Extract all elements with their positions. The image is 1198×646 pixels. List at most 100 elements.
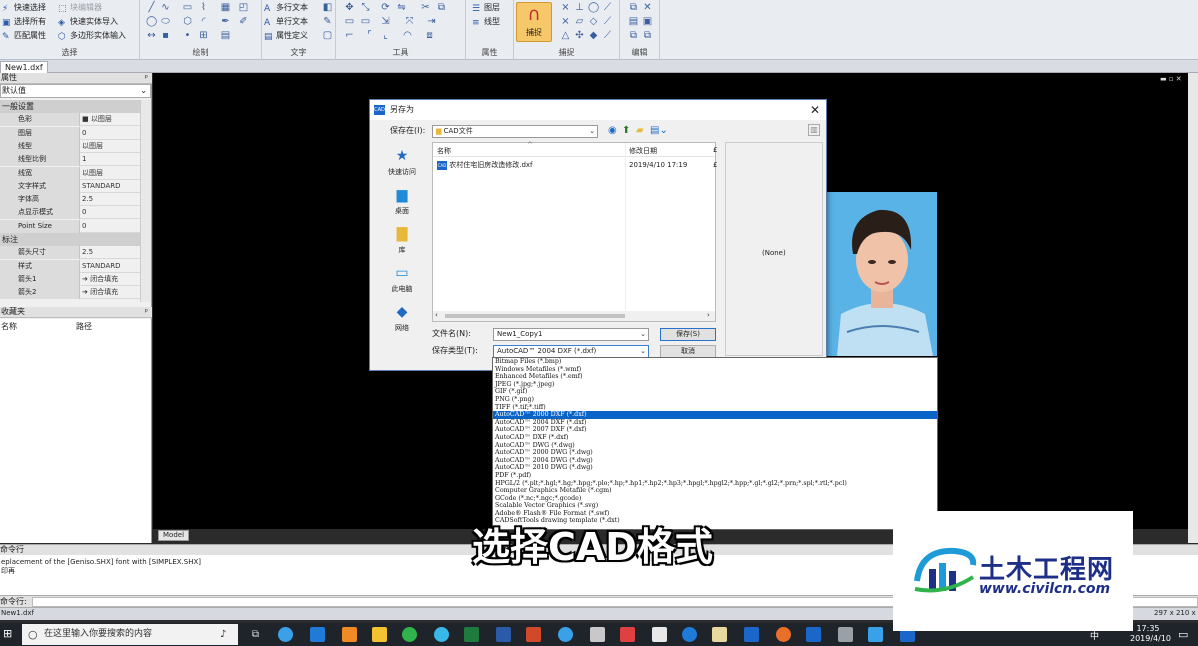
scroll-left-icon[interactable]: ‹ [435,311,438,319]
save-in-combo[interactable]: ▆ CAD文件 ⌄ [432,125,598,138]
extend-icon[interactable]: ⇥ [426,16,437,27]
field-icon[interactable]: ▢ [322,30,333,41]
canvas-window-controls[interactable]: ▬ ▫ ✕ [1160,75,1188,83]
property-row[interactable]: Point Size 0 [0,219,140,233]
mtext-button[interactable]: A 多行文本 [264,1,308,14]
calculator-icon[interactable] [590,627,605,642]
microphone-icon[interactable]: ♪ [220,624,226,645]
place-desktop[interactable]: ▆ 桌面 [376,187,428,216]
app-icon-media[interactable] [558,627,573,642]
property-row[interactable]: 图层 0 [0,126,140,140]
excel-icon[interactable] [464,627,479,642]
properties-scrollbar[interactable] [140,100,151,302]
filetype-option[interactable]: PDF (*.pdf) [493,472,937,480]
filetype-option[interactable]: Windows Metafiles (*.wmf) [493,366,937,374]
up-folder-icon[interactable]: ⬆ [622,125,634,137]
snap-tangent-icon[interactable]: ⟋ [602,2,613,13]
col-name-header[interactable]: 名称 [437,146,451,156]
text-style-icon[interactable]: ◧ [322,2,333,13]
filetype-option[interactable]: AutoCAD™ 2004 DWG (*.dwg) [493,457,937,465]
table-tool-icon[interactable]: ▤ [220,30,231,41]
pen-tool-icon[interactable]: ✒ [220,16,231,27]
file-explorer-icon[interactable] [372,627,387,642]
block-editor-button[interactable]: ⬚ 块编辑器 [58,1,102,14]
back-icon[interactable]: ◉ [608,125,620,137]
property-row[interactable]: 箭头尺寸 2.5 [0,246,140,260]
property-row[interactable]: 线型比例 1 [0,153,140,167]
filetype-option[interactable]: JPEG (*.jpg;*.jpeg) [493,381,937,389]
app-icon-white[interactable] [652,627,667,642]
property-row[interactable]: 字体高 2.5 [0,193,140,207]
snap-center-icon[interactable]: ◯ [588,2,599,13]
view-menu-icon[interactable]: ▤⌄ [650,125,668,137]
app-icon-a[interactable] [868,627,883,642]
edge-icon[interactable] [310,627,325,642]
snap-button[interactable]: ∩ 捕捉 [516,2,552,42]
property-row[interactable]: 线宽 以图层 [0,166,140,180]
pencil-tool-icon[interactable]: ✐ [238,16,249,27]
property-value[interactable]: 0 [82,127,140,140]
move-icon[interactable]: ✥ [344,2,355,13]
delete-icon[interactable]: ✕ [642,2,653,13]
filetype-option[interactable]: AutoCAD™ 2000 DXF (*.dxf) [493,411,937,419]
group-icon[interactable]: ⧈ [424,30,435,41]
place-library[interactable]: ▇ 库 [376,226,428,255]
fillet-icon[interactable]: ⌜ [364,30,375,41]
property-value[interactable]: 2.5 [82,193,140,206]
property-row[interactable]: 点显示模式 0 [0,206,140,220]
filetype-option[interactable]: AutoCAD™ DXF (*.dxf) [493,434,937,442]
app-icon-store[interactable] [342,627,357,642]
notification-icon[interactable]: ▭ [1178,628,1188,641]
app-icon-search[interactable] [434,627,449,642]
place-quick-access[interactable]: ★ 快速访问 [376,148,428,177]
ellipse-tool-icon[interactable]: ⬭ [160,16,171,27]
snap-perpendicular-icon[interactable]: ⊥ [574,2,585,13]
taskbar-clock[interactable]: 17:35 2019/4/10 [1130,624,1171,644]
save-button[interactable]: 保存(S) [660,328,716,341]
col-date-header[interactable]: 修改日期 [629,146,657,156]
snap-nearest-icon[interactable]: ⟋ [602,16,613,27]
filetype-option[interactable]: AutoCAD™ 2010 DWG (*.dwg) [493,464,937,472]
property-value[interactable]: 以图层 [82,140,140,153]
offset-icon[interactable]: ⧉ [436,2,447,13]
model-tab[interactable]: Model [158,530,190,541]
single-text-button[interactable]: A 单行文本 [264,15,308,28]
trim-icon[interactable]: ⤧ [404,16,415,27]
filetype-option[interactable]: Computer Graphics Metafile (*.cgm) [493,487,937,495]
property-value[interactable]: ■ 以图层 [82,113,140,126]
linetype-button[interactable]: ≡ 线型 [472,15,500,28]
rotate-icon[interactable]: ⟳ [380,2,391,13]
property-row[interactable]: 箭头1 ➔ 闭合填充 [0,272,140,286]
close-icon[interactable]: ✕ [808,102,822,118]
property-value[interactable]: 1 [82,153,140,166]
app-icon-gray[interactable] [838,627,853,642]
match-properties-button[interactable]: ✎ 匹配属性 [2,29,46,42]
property-row[interactable]: 色彩 ■ 以图层 [0,113,140,127]
property-value[interactable]: 0 [82,220,140,233]
undo-icon[interactable]: ⧉ [642,30,653,41]
word-icon[interactable] [496,627,511,642]
point-dot-icon[interactable]: • [182,30,193,41]
line-tool-icon[interactable]: ╱ [146,2,157,13]
hatch-tool-icon[interactable]: ▦ [220,2,231,13]
quick-entity-import-button[interactable]: ◈ 快速实体导入 [58,15,118,28]
wechat-icon[interactable] [402,627,417,642]
app-icon-red[interactable] [620,627,635,642]
filetype-option[interactable]: Bitmap Files (*.bmp) [493,358,937,366]
filetype-option[interactable]: AutoCAD™ 2000 DWG (*.dwg) [493,449,937,457]
property-value[interactable]: 以图层 [82,167,140,180]
task-view-icon[interactable]: ⧉ [248,627,263,642]
dimension-tool-icon[interactable]: ↔ [146,30,157,41]
attribute-define-button[interactable]: ▤ 属性定义 [264,29,308,42]
region-tool-icon[interactable]: ◰ [238,2,249,13]
filetype-option[interactable]: Adobe® Flash® File Format (*.swf) [493,510,937,518]
filetype-option[interactable]: Scalable Vector Graphics (*.svg) [493,502,937,510]
snap-apparent-icon[interactable]: △ [560,30,571,41]
preview-toggle-icon[interactable]: ▥ [808,124,820,136]
snap-quadrant-icon[interactable]: ◇ [588,16,599,27]
rectangle-tool-icon[interactable]: ▭ [182,2,193,13]
point-tool-icon[interactable]: ▪ [160,30,171,41]
property-value[interactable]: STANDARD [82,180,140,193]
filetype-option[interactable]: TIFF (*.tif;*.tiff) [493,404,937,412]
taskbar-search[interactable]: ○ 在这里输入你要搜索的内容 ♪ [22,624,238,645]
